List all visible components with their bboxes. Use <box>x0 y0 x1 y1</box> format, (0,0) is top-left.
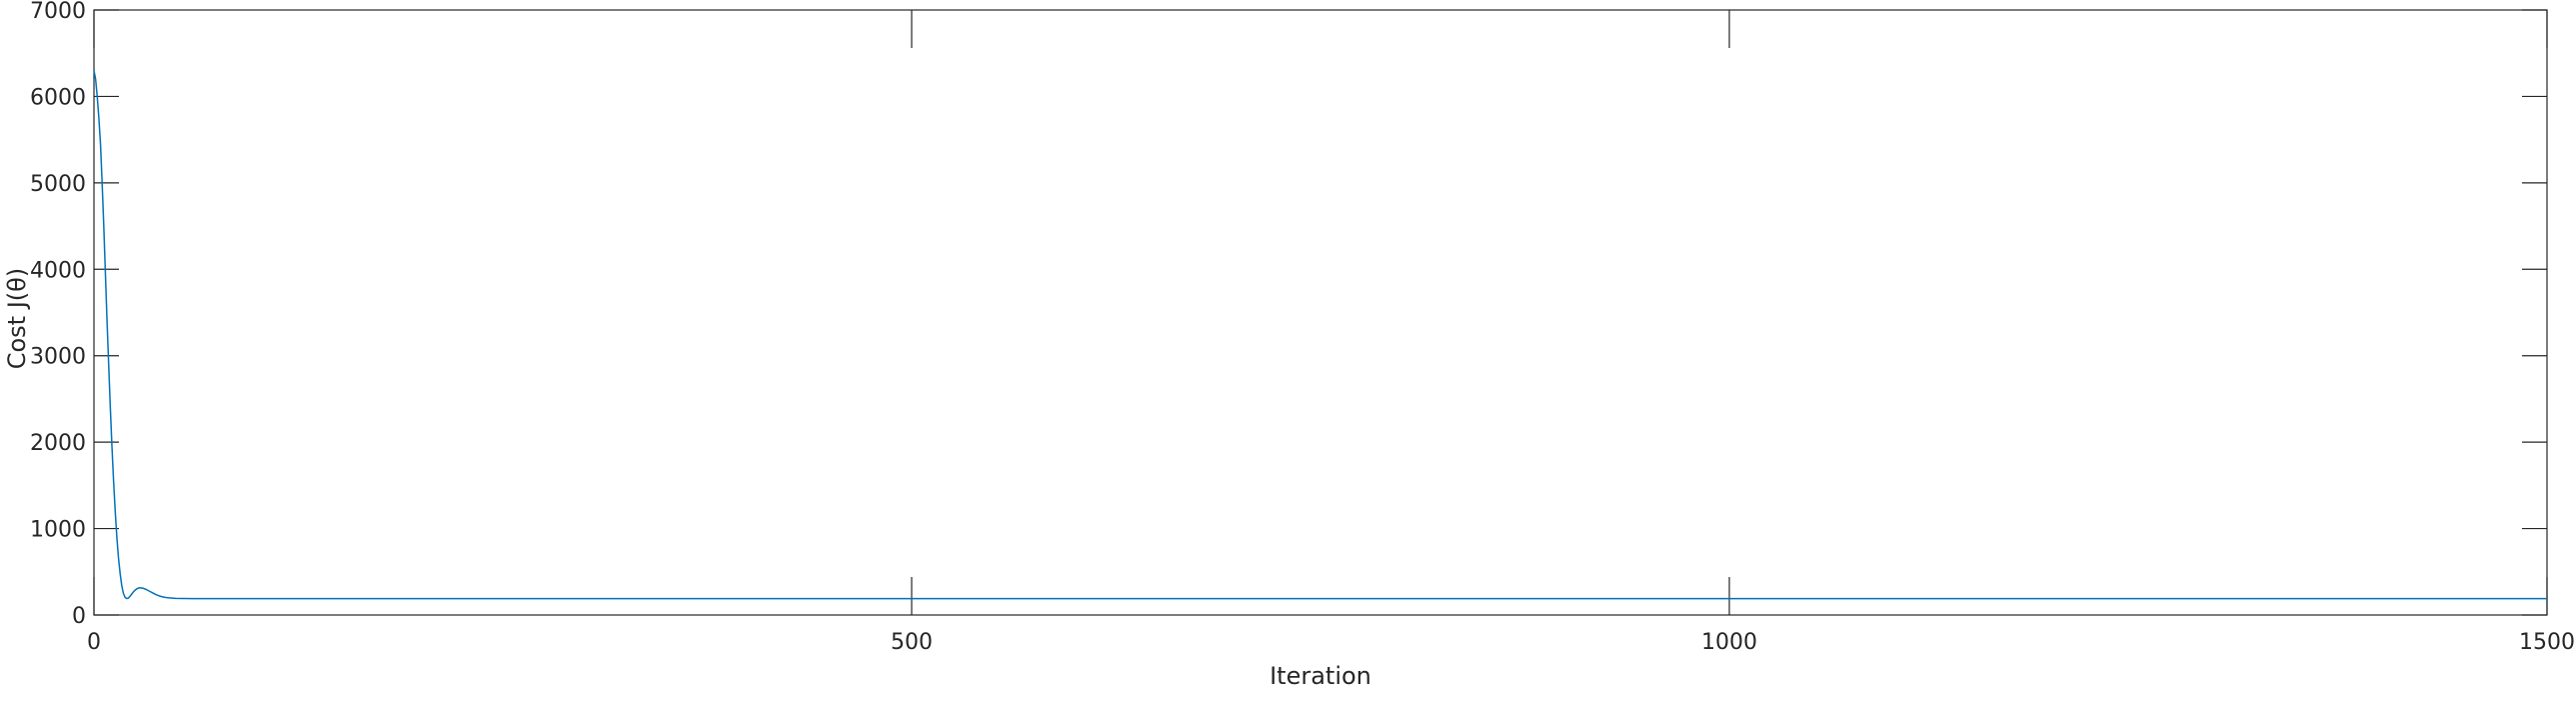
x-axis-label: Iteration <box>1270 662 1371 690</box>
y-tick-label: 0 <box>72 604 86 629</box>
x-tick-label: 0 <box>87 630 101 655</box>
y-tick-label: 4000 <box>30 258 86 283</box>
y-tick-label: 3000 <box>30 345 86 370</box>
y-tick-label: 6000 <box>30 85 86 110</box>
x-tick-label: 1000 <box>1701 630 1757 655</box>
y-axis-label: Cost J(θ) <box>3 268 31 369</box>
series-line-1 <box>93 70 2547 600</box>
plot-area-box <box>93 9 2548 616</box>
chart-figure: 0 500 1000 1500 0 1000 2000 3000 4000 5000 6000 700… <box>0 0 2576 697</box>
y-tick-label: 2000 <box>30 431 86 456</box>
y-tick-label: 5000 <box>30 172 86 197</box>
x-tick-label: 500 <box>891 630 933 655</box>
y-tick-label: 1000 <box>30 518 86 543</box>
y-tick-label: 7000 <box>30 0 86 24</box>
line-chart: 0 500 1000 1500 0 1000 2000 3000 4000 5000 6000 700… <box>3 0 2575 690</box>
x-tick-label: 1500 <box>2519 630 2575 655</box>
